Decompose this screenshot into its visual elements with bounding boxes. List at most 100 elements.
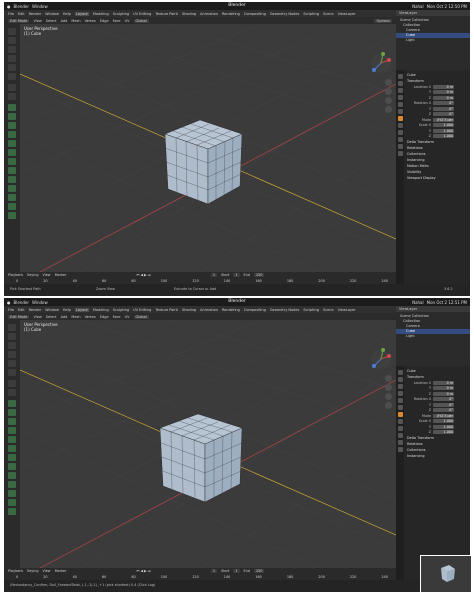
- poly-build-tool-icon[interactable]: [8, 454, 16, 461]
- vertex-menu[interactable]: Vertex: [85, 315, 96, 319]
- pan-icon[interactable]: [385, 88, 392, 95]
- render-tab-icon[interactable]: [397, 377, 403, 382]
- data-tab-icon[interactable]: [397, 144, 403, 149]
- edge-slide-tool-icon[interactable]: [8, 481, 16, 488]
- measure-tool-icon[interactable]: [8, 389, 16, 396]
- rotation-y-field[interactable]: 0°: [433, 106, 454, 111]
- vertex-menu[interactable]: Vertex: [85, 19, 96, 23]
- object-tab-icon[interactable]: [397, 116, 403, 121]
- cube-mesh[interactable]: [159, 413, 243, 503]
- rip-tool-icon[interactable]: [8, 212, 16, 219]
- perspective-toggle-icon[interactable]: [385, 402, 392, 409]
- current-frame-field[interactable]: 1: [210, 569, 218, 573]
- knife-tool-icon[interactable]: [8, 149, 16, 156]
- material-tab-icon[interactable]: [397, 151, 403, 156]
- uv-menu[interactable]: UV: [125, 19, 130, 23]
- tab-geometry-nodes[interactable]: Geometry Nodes: [270, 12, 300, 16]
- tab-animation[interactable]: Animation: [200, 308, 218, 312]
- tab-geometry-nodes[interactable]: Geometry Nodes: [270, 308, 300, 312]
- navigation-gizmo[interactable]: [370, 348, 392, 370]
- modifier-tab-icon[interactable]: [397, 123, 403, 128]
- scene-selector[interactable]: Scene: [323, 308, 334, 312]
- render-menu[interactable]: Render: [29, 308, 41, 312]
- move-tool-icon[interactable]: [8, 342, 16, 349]
- view-menu[interactable]: View: [33, 19, 41, 23]
- shrink-tool-icon[interactable]: [8, 490, 16, 497]
- rip-tool-icon[interactable]: [8, 508, 16, 515]
- 3d-viewport[interactable]: User Perspective (1) Cube: [20, 320, 396, 568]
- window-menu-b[interactable]: Window: [45, 12, 59, 16]
- navigation-gizmo[interactable]: [370, 52, 392, 74]
- scale-tool-icon[interactable]: [8, 360, 16, 367]
- inset-tool-icon[interactable]: [8, 418, 16, 425]
- keying-menu[interactable]: Keying: [27, 273, 38, 277]
- world-tab-icon[interactable]: [397, 109, 403, 114]
- object-tab-icon[interactable]: [397, 412, 403, 417]
- spin-tool-icon[interactable]: [8, 463, 16, 470]
- viewport-display-section[interactable]: Viewport Display: [405, 175, 469, 181]
- start-frame-field[interactable]: 1: [233, 569, 240, 573]
- timeline-view-menu[interactable]: View: [43, 273, 51, 277]
- instancing-section[interactable]: Instancing: [405, 453, 469, 459]
- output-tab-icon[interactable]: [397, 384, 403, 389]
- rotation-z-field[interactable]: 0°: [433, 112, 454, 117]
- extrude-tool-icon[interactable]: [8, 113, 16, 120]
- current-frame-field[interactable]: 1: [210, 273, 218, 277]
- select-tool-icon[interactable]: [8, 324, 16, 331]
- tab-animation[interactable]: Animation: [200, 12, 218, 16]
- render-menu[interactable]: Render: [29, 12, 41, 16]
- playback-menu[interactable]: Playback: [8, 273, 23, 277]
- edit-menu[interactable]: Edit: [18, 308, 25, 312]
- move-tool-icon[interactable]: [8, 46, 16, 53]
- modifier-tab-icon[interactable]: [397, 419, 403, 424]
- tab-uv-editing[interactable]: UV Editing: [133, 308, 151, 312]
- rotation-z-field[interactable]: 0°: [433, 408, 454, 413]
- rotation-y-field[interactable]: 0°: [433, 402, 454, 407]
- annotate-tool-icon[interactable]: [8, 84, 16, 91]
- mode-dropdown[interactable]: Edit Mode: [8, 18, 30, 23]
- extrude-tool-icon[interactable]: [8, 409, 16, 416]
- tab-compositing[interactable]: Compositing: [244, 308, 266, 312]
- tab-layout[interactable]: Layout: [74, 307, 89, 312]
- camera-view-icon[interactable]: [385, 97, 392, 104]
- location-x-field[interactable]: 0 m: [433, 84, 454, 89]
- view-layer-tab-icon[interactable]: [397, 391, 403, 396]
- pan-icon[interactable]: [385, 384, 392, 391]
- tab-compositing[interactable]: Compositing: [244, 12, 266, 16]
- shear-tool-icon[interactable]: [8, 499, 16, 506]
- constraints-tab-icon[interactable]: [397, 137, 403, 142]
- view-layer-selector[interactable]: ViewLayer: [338, 308, 356, 312]
- bevel-tool-icon[interactable]: [8, 131, 16, 138]
- help-menu[interactable]: Help: [63, 12, 71, 16]
- constraints-tab-icon[interactable]: [397, 433, 403, 438]
- rotate-tool-icon[interactable]: [8, 351, 16, 358]
- rotation-x-field[interactable]: 0°: [433, 101, 454, 106]
- scale-z-field[interactable]: 1.000: [433, 134, 454, 139]
- rotate-tool-icon[interactable]: [8, 55, 16, 62]
- scale-x-field[interactable]: 1.000: [433, 419, 454, 424]
- shear-tool-icon[interactable]: [8, 203, 16, 210]
- location-z-field[interactable]: 0 m: [433, 95, 454, 100]
- scale-y-field[interactable]: 1.000: [433, 128, 454, 133]
- outliner-item[interactable]: Light: [396, 334, 470, 339]
- material-tab-icon[interactable]: [397, 447, 403, 452]
- tab-rendering[interactable]: Rendering: [222, 308, 240, 312]
- add-cube-tool-icon[interactable]: [8, 400, 16, 407]
- world-tab-icon[interactable]: [397, 405, 403, 410]
- tool-tab-icon[interactable]: [397, 74, 403, 79]
- cursor-tool-icon[interactable]: [8, 333, 16, 340]
- scene-tab-icon[interactable]: [397, 398, 403, 403]
- file-menu[interactable]: File: [8, 308, 14, 312]
- select-menu[interactable]: Select: [46, 315, 57, 319]
- poly-build-tool-icon[interactable]: [8, 158, 16, 165]
- inset-tool-icon[interactable]: [8, 122, 16, 129]
- scale-tool-icon[interactable]: [8, 64, 16, 71]
- render-tab-icon[interactable]: [397, 81, 403, 86]
- marker-menu[interactable]: Marker: [55, 273, 67, 277]
- mesh-menu[interactable]: Mesh: [71, 315, 80, 319]
- zoom-icon[interactable]: [385, 79, 392, 86]
- rotation-mode-dropdown[interactable]: XYZ Euler: [433, 413, 454, 418]
- add-cube-tool-icon[interactable]: [8, 104, 16, 111]
- play-controls-icon[interactable]: ⏮ ◀ ▶ ⏭: [136, 569, 151, 573]
- play-controls-icon[interactable]: ⏮ ◀ ▶ ⏭: [136, 273, 151, 277]
